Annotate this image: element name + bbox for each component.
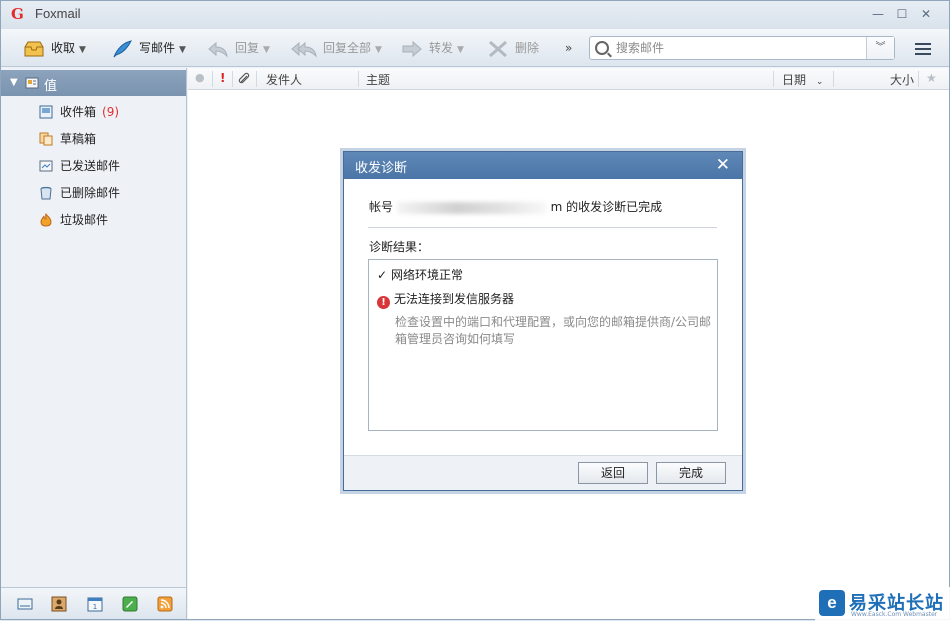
forward-button[interactable]: 转发 ▼ <box>401 38 464 58</box>
search-input[interactable] <box>616 40 861 56</box>
close-icon[interactable]: ✕ <box>915 4 937 24</box>
sidebar-item-label: 收件箱 <box>60 105 97 119</box>
drafts-icon <box>39 132 53 146</box>
diagnosis-dialog: 收发诊断 ✕ 帐号 m 的收发诊断已完成 诊断结果： ✓ 网络环境正常 ! 无法连接… <box>343 151 743 491</box>
sidebar-bottom-bar: 1 <box>1 587 186 619</box>
unread-count-badge: (9) <box>102 105 120 119</box>
trash-icon <box>40 186 52 200</box>
compose-button[interactable]: 写邮件 ▼ <box>111 38 186 58</box>
minimize-icon[interactable]: — <box>867 4 889 24</box>
star-column-icon[interactable]: ★ <box>926 71 937 85</box>
watermark-logo-icon: e <box>819 590 845 616</box>
compose-label: 写邮件 <box>139 41 176 55</box>
checkmark-icon: ✓ <box>377 268 388 282</box>
sidebar-item-label: 垃圾邮件 <box>60 213 109 227</box>
svg-text:1: 1 <box>93 603 97 611</box>
watermark-subtext: Www.Easck.Com Webmaster <box>851 611 938 618</box>
result-text: 网络环境正常 <box>391 268 464 282</box>
subject-column[interactable]: 主题 <box>366 71 390 88</box>
chevron-down-icon[interactable]: ▼ <box>263 45 270 55</box>
app-title: Foxmail <box>35 6 81 21</box>
foxmail-logo-icon: G <box>11 5 24 23</box>
forward-label: 转发 <box>429 41 454 55</box>
rss-icon[interactable] <box>157 596 173 612</box>
date-column[interactable]: 日期 ⌄ <box>782 71 823 88</box>
search-icon <box>595 41 609 55</box>
title-bar: G Foxmail — ☐ ✕ <box>1 1 949 29</box>
dialog-title-bar: 收发诊断 ✕ <box>344 152 742 179</box>
finish-button[interactable]: 完成 <box>656 462 726 484</box>
reply-button[interactable]: 回复 ▼ <box>207 38 270 58</box>
back-button[interactable]: 返回 <box>578 462 648 484</box>
main-menu-icon[interactable] <box>915 42 933 56</box>
delete-label: 删除 <box>515 41 540 55</box>
reply-arrow-icon <box>208 41 228 57</box>
mail-icon[interactable] <box>17 596 33 612</box>
calendar-icon[interactable]: 1 <box>87 596 103 612</box>
chevron-down-icon[interactable]: ▼ <box>179 45 186 55</box>
priority-column[interactable]: ! <box>220 71 225 85</box>
sidebar-item-label: 已删除邮件 <box>60 186 121 200</box>
sidebar-item-label: 已发送邮件 <box>60 159 121 173</box>
receive-inbox-icon <box>24 41 44 56</box>
size-column[interactable]: 大小 <box>890 71 914 88</box>
error-detail: 检查设置中的端口和代理配置，或向您的邮箱提供商/公司邮箱管理员咨询如何填写 <box>395 315 712 346</box>
watermark: e 易采站长站 Www.Easck.Com Webmaster <box>815 587 950 621</box>
read-status-column-icon[interactable]: ● <box>195 71 205 84</box>
account-name: 值 <box>44 79 58 94</box>
result-text: 无法连接到发信服务器 <box>394 292 515 306</box>
attachment-column-icon[interactable] <box>237 72 251 86</box>
spam-icon <box>40 213 52 227</box>
sender-column[interactable]: 发件人 <box>266 71 302 88</box>
collapse-triangle-icon[interactable]: ▼ <box>10 77 18 88</box>
receive-button[interactable]: 收取 ▼ <box>23 38 86 58</box>
sidebar-item-label: 草稿箱 <box>60 132 97 146</box>
result-item-smtp: ! 无法连接到发信服务器 <box>377 290 514 309</box>
sidebar: ▼ 值 收件箱 (9) 草稿箱 已发送邮件 已删除邮件 垃圾邮件 1 <box>1 68 187 619</box>
delete-x-icon <box>489 40 507 57</box>
feather-pen-icon <box>113 39 132 57</box>
maximize-icon[interactable]: ☐ <box>891 4 913 24</box>
account-icon <box>25 77 39 89</box>
result-box: ✓ 网络环境正常 ! 无法连接到发信服务器 检查设置中的端口和代理配置，或向您的邮箱… <box>368 259 718 431</box>
double-chevron-down-icon: ︾ <box>875 42 886 53</box>
chevron-down-icon[interactable]: ▼ <box>79 45 86 55</box>
dialog-title: 收发诊断 <box>355 161 408 176</box>
close-icon[interactable]: ✕ <box>716 155 730 175</box>
reply-all-arrow-icon <box>291 41 317 57</box>
inbox-icon <box>39 105 53 119</box>
chevron-down-icon[interactable]: ▼ <box>457 45 464 55</box>
diagnosis-message: 帐号 m 的收发诊断已完成 <box>369 198 662 215</box>
reply-all-button[interactable]: 回复全部 ▼ <box>291 38 382 58</box>
notes-icon[interactable] <box>122 596 138 612</box>
result-item-network: ✓ 网络环境正常 <box>377 266 463 283</box>
result-label: 诊断结果： <box>369 240 430 254</box>
dialog-footer: 返回 完成 <box>344 455 742 490</box>
account-row[interactable]: ▼ 值 <box>1 70 186 96</box>
sent-icon <box>39 160 53 172</box>
search-options-button[interactable]: ︾ <box>866 37 894 59</box>
reply-label: 回复 <box>235 41 260 55</box>
contacts-icon[interactable] <box>51 596 67 612</box>
message-suffix: m 的收发诊断已完成 <box>550 200 663 214</box>
reply-all-label: 回复全部 <box>323 41 372 55</box>
forward-arrow-icon <box>402 40 422 57</box>
delete-button[interactable]: 删除 <box>487 38 539 58</box>
message-list-header: ● ! 发件人 主题 日期 ⌄ 大小 ★ <box>188 68 949 90</box>
chevron-down-icon: ⌄ <box>815 77 824 87</box>
message-prefix: 帐号 <box>369 200 394 214</box>
date-column-label: 日期 <box>782 73 807 87</box>
more-button[interactable]: » <box>565 38 572 58</box>
divider <box>368 227 717 228</box>
foxmail-window: G Foxmail — ☐ ✕ 收取 ▼ 写邮件 ▼ 回复 ▼ 回复全部 ▼ 转发 ▼ 删… <box>0 0 950 621</box>
blurred-account-address <box>396 201 547 214</box>
chevron-down-icon[interactable]: ▼ <box>375 45 382 55</box>
search-box: ︾ <box>589 36 895 60</box>
error-icon: ! <box>377 296 390 309</box>
receive-label: 收取 <box>51 41 76 55</box>
